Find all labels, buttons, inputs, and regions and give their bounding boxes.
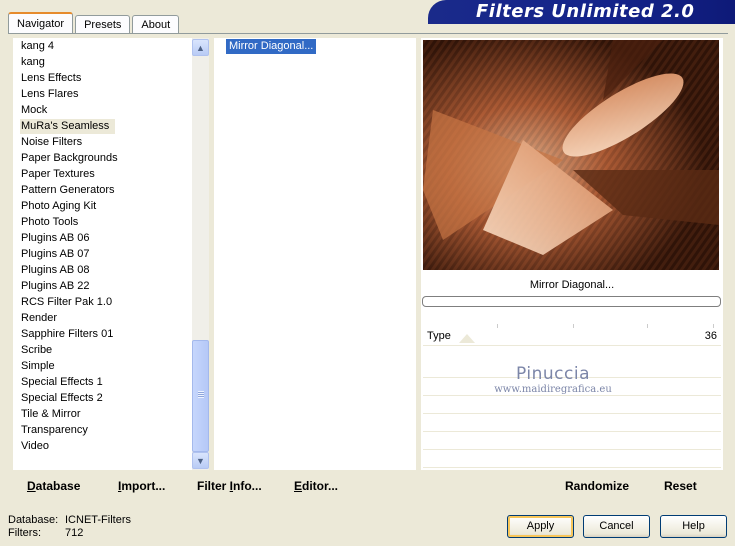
import-button[interactable]: Import... [118,479,165,493]
category-scrollbar[interactable]: ▲ ▼ [192,38,209,470]
category-list[interactable]: kang 4 kang Lens Effects Lens Flares Mock MuR… [13,38,209,470]
slider-tick [647,324,648,328]
category-item[interactable]: Noise Filters [20,135,83,150]
category-item[interactable]: Simple [20,359,56,374]
parameter-value: 36 [704,330,717,342]
command-bar-left: Database Import... Filter Info... Editor… [13,472,416,500]
category-item[interactable]: Plugins AB 08 [20,263,91,278]
database-button[interactable]: Database [27,479,80,493]
category-item[interactable]: Lens Effects [20,71,82,86]
apply-button[interactable]: Apply [507,515,574,538]
reset-button[interactable]: Reset [664,479,697,493]
parameter-row-empty [423,434,721,450]
database-value: ICNET-Filters [65,514,131,526]
category-item[interactable]: Paper Backgrounds [20,151,119,166]
category-item[interactable]: Special Effects 2 [20,391,104,406]
category-item[interactable]: Plugins AB 07 [20,247,91,262]
tab-navigator[interactable]: Navigator [8,12,74,34]
category-item[interactable]: Photo Tools [20,215,79,230]
category-item[interactable]: Plugins AB 22 [20,279,91,294]
parameter-row-empty [423,398,721,414]
slider-tick [713,324,714,328]
watermark: Pinuccia www.maidiregrafica.eu [488,364,618,395]
category-item[interactable]: MuRa's Seamless [20,119,116,134]
slider-tick [497,324,498,328]
category-item[interactable]: Plugins AB 06 [20,231,91,246]
category-item[interactable]: Lens Flares [20,87,79,102]
filters-count-value: 712 [65,527,84,539]
category-item[interactable]: Transparency [20,423,89,438]
scroll-thumb[interactable] [192,340,209,452]
status-area: Database: ICNET-Filters Filters: 712 [8,514,131,540]
category-item[interactable]: Tile & Mirror [20,407,81,422]
parameter-row-empty [423,452,721,468]
category-item[interactable]: Special Effects 1 [20,375,104,390]
parameter-label: Type [427,330,451,342]
watermark-url: www.maidiregrafica.eu [494,384,612,395]
category-item[interactable]: kang 4 [20,39,55,54]
category-item[interactable]: Render [20,311,58,326]
help-button[interactable]: Help [660,515,727,538]
app-banner: Filters Unlimited 2.0 [428,0,735,24]
chevron-up-icon: ▲ [196,42,205,53]
cancel-button[interactable]: Cancel [583,515,650,538]
scroll-up-button[interactable]: ▲ [192,39,209,56]
filter-list[interactable]: Mirror Diagonal... [214,38,416,470]
tab-strip: Navigator Presets About [8,12,181,34]
tab-presets[interactable]: Presets [75,15,131,34]
grip-icon [198,391,204,398]
database-label: Database: [8,514,59,526]
preview-image [423,40,719,270]
category-item[interactable]: Scribe [20,343,53,358]
parameter-panel: Type 36 [421,322,723,470]
filter-info-button[interactable]: Filter Info... [197,479,262,493]
category-item[interactable]: Video [20,439,50,454]
category-item[interactable]: Photo Aging Kit [20,199,97,214]
category-item[interactable]: kang [20,55,46,70]
category-item[interactable]: Pattern Generators [20,183,116,198]
parameter-row-type[interactable]: Type 36 [423,322,721,346]
filter-item-mirror-diagonal[interactable]: Mirror Diagonal... [226,39,317,54]
category-item[interactable]: Paper Textures [20,167,96,182]
editor-button[interactable]: Editor... [294,479,338,493]
filters-count-label: Filters: [8,527,41,539]
chevron-down-icon: ▼ [196,455,205,466]
preview-caption: Mirror Diagonal... [529,279,615,291]
randomize-button[interactable]: Randomize [565,479,629,493]
watermark-title: Pinuccia [516,364,590,384]
command-bar-right: Randomize Reset [421,472,723,500]
scroll-down-button[interactable]: ▼ [192,452,209,469]
category-item[interactable]: Sapphire Filters 01 [20,327,114,342]
slider-tick [573,324,574,328]
progress-bar [422,296,721,307]
category-item[interactable]: RCS Filter Pak 1.0 [20,295,113,310]
category-item[interactable]: Mock [20,103,48,118]
parameter-row-empty [423,416,721,432]
tab-about[interactable]: About [132,15,180,34]
slider-thumb[interactable] [459,334,475,343]
